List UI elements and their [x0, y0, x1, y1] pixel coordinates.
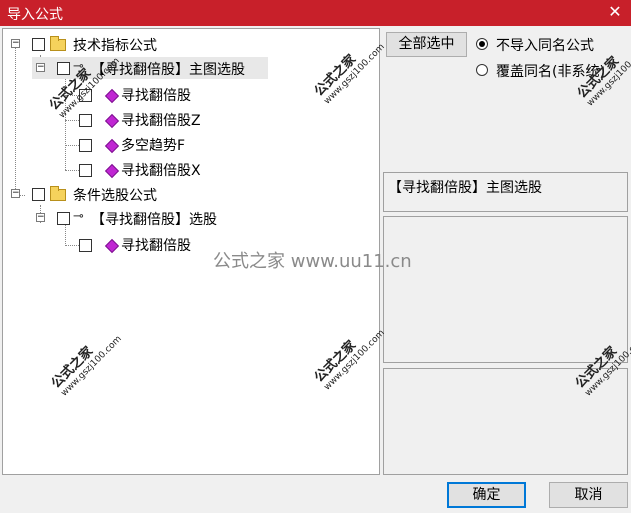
checkbox[interactable]	[32, 188, 45, 201]
title-bar: 导入公式 ✕	[0, 0, 631, 26]
tree-leaf[interactable]: 多空趋势F	[3, 133, 303, 155]
center-watermark: 公式之家 www.uu11.cn	[213, 251, 412, 272]
tree-node-stock-selection[interactable]: − 条件选股公式	[3, 183, 303, 205]
info-text: 【寻找翻倍股】主图选股	[388, 180, 542, 196]
checkbox[interactable]	[79, 114, 92, 127]
tree-leaf-label: 多空趋势F	[121, 138, 186, 154]
close-icon[interactable]: ✕	[605, 1, 625, 23]
checkbox[interactable]	[32, 38, 45, 51]
folder-icon	[50, 36, 66, 51]
collapse-icon[interactable]: −	[36, 213, 45, 222]
radio-skip-duplicates-label: 不导入同名公式	[496, 38, 594, 54]
tree-node-technical-indicators[interactable]: − 技术指标公式	[3, 33, 303, 55]
formula-icon	[104, 163, 120, 179]
checkbox[interactable]	[57, 62, 70, 75]
radio-skip-duplicates[interactable]	[476, 38, 488, 50]
tree-leaf-label: 寻找翻倍股	[121, 88, 191, 104]
tree-leaf-label: 寻找翻倍股	[121, 238, 191, 254]
checkbox[interactable]	[79, 164, 92, 177]
ok-button[interactable]: 确定	[447, 482, 526, 508]
tree-node-label: 条件选股公式	[73, 188, 157, 204]
collapse-icon[interactable]: −	[36, 63, 45, 72]
tree-node-selection[interactable]: − ⊸ 【寻找翻倍股】选股	[32, 207, 268, 229]
formula-icon	[104, 138, 120, 154]
info-panel: 【寻找翻倍股】主图选股	[383, 172, 628, 212]
tree-leaf-label: 寻找翻倍股X	[121, 163, 201, 179]
key-icon: ⊸	[73, 209, 84, 224]
collapse-icon[interactable]: −	[11, 39, 20, 48]
radio-overwrite[interactable]	[476, 64, 488, 76]
window-title: 导入公式	[7, 7, 63, 23]
formula-icon	[104, 113, 120, 129]
folder-icon	[50, 186, 66, 201]
checkbox[interactable]	[57, 212, 70, 225]
tree-node-label: 【寻找翻倍股】选股	[91, 212, 217, 228]
formula-icon	[104, 88, 120, 104]
description-panel	[383, 216, 628, 363]
tree-leaf-label: 寻找翻倍股Z	[121, 113, 201, 129]
checkbox[interactable]	[79, 239, 92, 252]
formula-icon	[104, 238, 120, 254]
tree-leaf[interactable]: 寻找翻倍股Z	[3, 108, 303, 130]
tree-node-label: 技术指标公式	[73, 38, 157, 54]
tree-leaf[interactable]: 寻找翻倍股X	[3, 158, 303, 180]
checkbox[interactable]	[79, 139, 92, 152]
select-all-button[interactable]: 全部选中	[386, 32, 467, 57]
cancel-button[interactable]: 取消	[549, 482, 628, 508]
collapse-icon[interactable]: −	[11, 189, 20, 198]
